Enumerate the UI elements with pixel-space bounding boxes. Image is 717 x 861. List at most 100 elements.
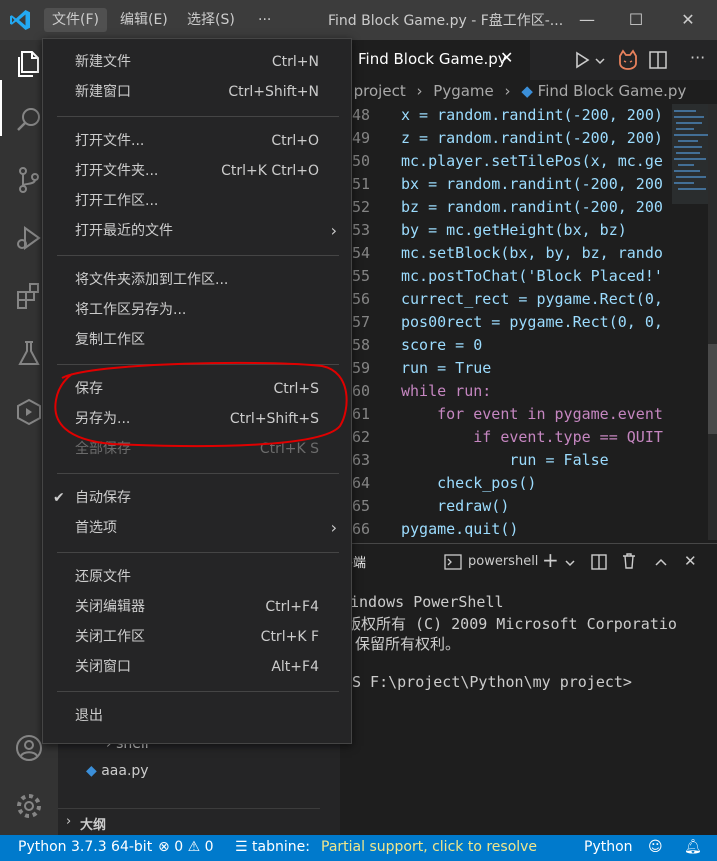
menu-separator [57, 116, 339, 117]
menu-item-shortcut: Ctrl+K Ctrl+O [221, 163, 319, 179]
code-line: 48 x = random.randint(-200, 200) [340, 104, 663, 127]
language-mode[interactable]: Python [584, 839, 633, 855]
menu-item[interactable]: 退出 [43, 701, 351, 731]
menu-separator [57, 255, 339, 256]
close-panel-icon[interactable]: ✕ [684, 552, 697, 570]
code-text: z = random.randint(-200, 200) [401, 129, 663, 147]
warning-count: 0 [204, 839, 214, 855]
menu-item[interactable]: 打开工作区... [43, 186, 351, 216]
breadcrumb-item[interactable]: Find Block Game.py [538, 82, 687, 100]
code-text: pos00rect = pygame.Rect(0, 0, [401, 313, 663, 331]
chevron-right-icon: › [66, 814, 72, 829]
menu-item-label: 打开文件... [75, 133, 145, 149]
code-line: 62 if event.type == QUIT [340, 426, 663, 449]
chevron-down-icon[interactable] [564, 557, 576, 569]
testing-flask-icon[interactable] [13, 338, 45, 370]
explorer-icon[interactable] [13, 48, 45, 80]
code-text: bx = random.randint(-200, 200 [401, 175, 663, 193]
code-text: for event in pygame.event [401, 405, 663, 423]
new-terminal-icon[interactable]: + [542, 548, 559, 572]
split-editor-icon[interactable] [648, 50, 668, 70]
run-debug-icon[interactable] [13, 222, 45, 254]
search-icon[interactable] [13, 104, 45, 136]
trash-icon[interactable] [620, 552, 638, 570]
terminal-line: 版权所有 (C) 2009 Microsoft Corporatio [346, 615, 677, 633]
code-text: check_pos() [401, 474, 537, 492]
tab-close-icon[interactable]: ✕ [500, 48, 513, 67]
outline-section[interactable]: › 大纲 [58, 808, 320, 835]
code-text: while run: [401, 382, 492, 400]
settings-gear-icon[interactable] [13, 790, 45, 822]
menu-item[interactable]: 关闭工作区 Ctrl+K F [43, 622, 351, 652]
tabnine-cat-icon[interactable] [616, 48, 640, 72]
terminal-name[interactable]: powershell [468, 554, 538, 569]
close-window-icon[interactable]: ✕ [674, 6, 702, 34]
code-text: redraw() [401, 497, 510, 515]
remote-explorer-icon[interactable] [13, 396, 45, 428]
code-line: 49 z = random.randint(-200, 200) [340, 127, 663, 150]
menu-item[interactable]: 新建窗口 Ctrl+Shift+N [43, 77, 351, 107]
code-line: 56 currect_rect = pygame.Rect(0, [340, 288, 663, 311]
chevron-down-icon[interactable] [594, 55, 606, 67]
menu-item[interactable]: 关闭窗口 Alt+F4 [43, 652, 351, 682]
menu-item[interactable]: 新建文件 Ctrl+N [43, 47, 351, 77]
menu-more[interactable]: ··· [250, 8, 279, 32]
code-line: 61 for event in pygame.event [340, 403, 663, 426]
more-actions-icon[interactable]: ··· [690, 48, 705, 67]
tabnine-message[interactable]: Partial support, click to resolve [321, 839, 537, 855]
tab-label: Find Block Game.py [358, 50, 507, 68]
menu-item[interactable]: 将工作区另存为... [43, 295, 351, 325]
menu-edit[interactable]: 编辑(E) [112, 8, 176, 32]
source-control-icon[interactable] [13, 164, 45, 196]
menu-item-label: 将工作区另存为... [75, 302, 187, 318]
status-bar: Python 3.7.3 64-bit ⊗ 0 ⚠ 0 ☰ tabnine: P… [0, 835, 717, 861]
menu-item[interactable]: 打开文件夹... Ctrl+K Ctrl+O [43, 156, 351, 186]
tree-item-label: aaa.py [101, 763, 149, 779]
chevron-up-icon[interactable] [654, 556, 668, 568]
menu-item[interactable]: 还原文件 [43, 562, 351, 592]
menu-item[interactable]: 首选项 › [43, 513, 351, 543]
menu-file[interactable]: 文件(F) [44, 8, 107, 32]
minimap[interactable] [672, 104, 717, 540]
notifications-bell-icon[interactable]: 🔔︎ [684, 839, 702, 855]
terminal-prompt[interactable]: S F:\project\Python\my project> [352, 673, 632, 691]
breadcrumb-item[interactable]: Pygame [433, 82, 493, 100]
active-indicator [0, 80, 2, 136]
minimap-preview [672, 104, 717, 540]
account-icon[interactable] [13, 732, 45, 764]
code-line: 63 run = False [340, 449, 609, 472]
menu-selection[interactable]: 选择(S) [179, 8, 243, 32]
maximize-icon[interactable]: ☐ [622, 6, 650, 34]
tabnine-label: tabnine: [252, 839, 310, 855]
code-line: 60 while run: [340, 380, 491, 403]
menu-item[interactable]: ✔ 自动保存 [43, 483, 351, 513]
code-line: 55 mc.postToChat('Block Placed!' [340, 265, 663, 288]
terminal-line: 保留所有权利。 [346, 635, 461, 653]
menu-item[interactable]: 将文件夹添加到工作区... [43, 265, 351, 295]
error-count: 0 [174, 839, 184, 855]
code-text: currect_rect = pygame.Rect(0, [401, 290, 663, 308]
code-line: 50 mc.player.setTilePos(x, mc.ge [340, 150, 663, 173]
menu-item[interactable]: 复制工作区 [43, 325, 351, 355]
tabnine-status[interactable]: ☰ tabnine: [235, 839, 310, 855]
code-text: x = random.randint(-200, 200) [401, 106, 663, 124]
code-text: mc.postToChat('Block Placed!' [401, 267, 663, 285]
tabnine-icon: ☰ [235, 839, 248, 855]
menu-item[interactable]: 关闭编辑器 Ctrl+F4 [43, 592, 351, 622]
python-interpreter[interactable]: Python 3.7.3 64-bit [18, 839, 152, 855]
menu-item-shortcut: Ctrl+Shift+N [228, 84, 319, 100]
menu-item-label: 打开最近的文件 [75, 223, 173, 239]
feedback-icon[interactable]: ☺ [648, 839, 663, 855]
code-editor[interactable]: 48 x = random.randint(-200, 200) 49 z = ran… [340, 104, 670, 540]
problems-indicator[interactable]: ⊗ 0 ⚠ 0 [158, 839, 214, 855]
menu-item[interactable]: 打开最近的文件 › [43, 216, 351, 246]
menu-item-label: 关闭编辑器 [75, 599, 145, 615]
menu-item[interactable]: 打开文件... Ctrl+O [43, 126, 351, 156]
split-terminal-icon[interactable] [590, 553, 608, 571]
run-play-icon[interactable] [572, 50, 592, 70]
extensions-icon[interactable] [13, 280, 45, 312]
menu-item-label: 退出 [75, 708, 103, 724]
minimize-icon[interactable]: — [573, 6, 601, 34]
chevron-right-icon: › [504, 82, 511, 100]
tree-item-aaa-py[interactable]: ◆ aaa.py [86, 763, 149, 779]
